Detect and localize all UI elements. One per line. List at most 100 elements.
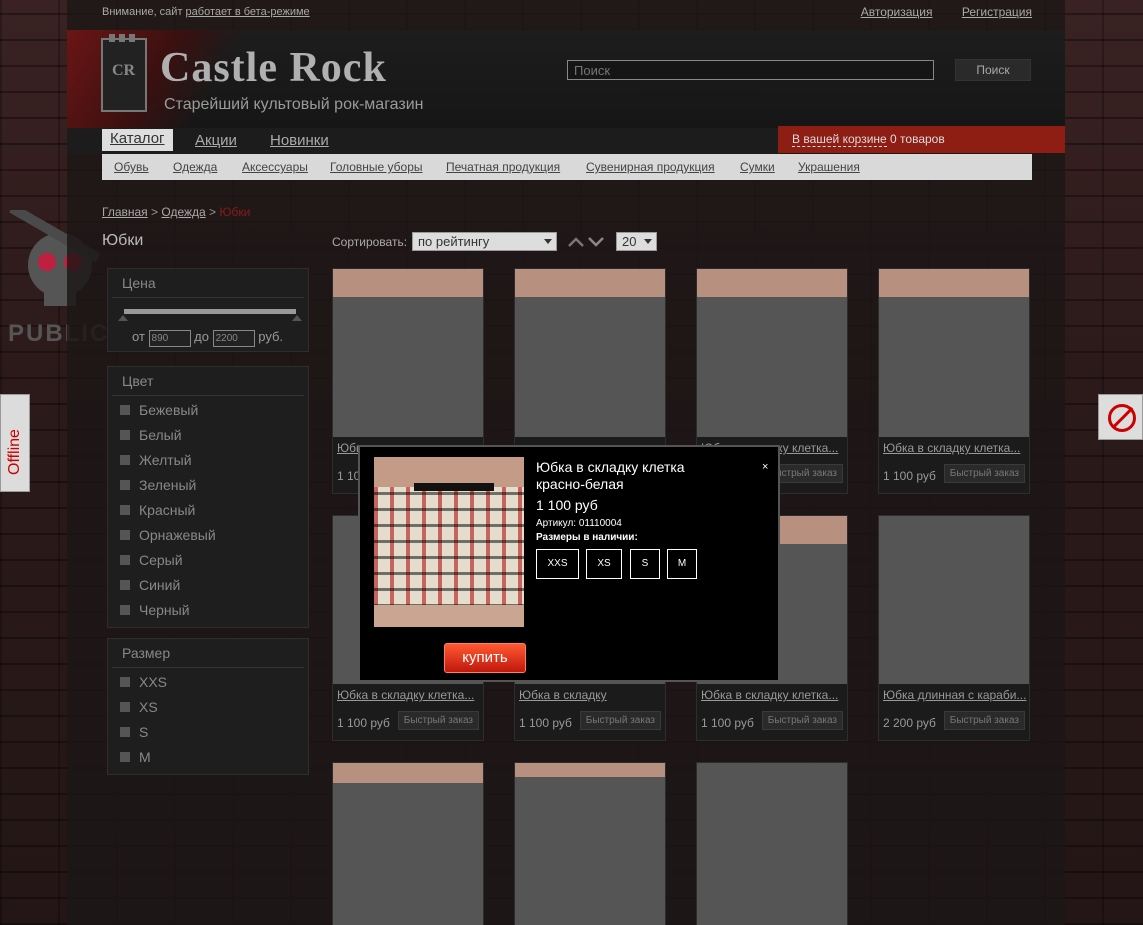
quick-order-button[interactable]: Быстрый заказ xyxy=(579,711,661,730)
product-image[interactable] xyxy=(879,516,1029,684)
per-page-value: 20 xyxy=(622,234,637,249)
color-option[interactable]: Черный xyxy=(120,602,190,618)
offline-chat-widget[interactable]: Offline xyxy=(0,394,30,492)
price-filter: Цена от до руб. xyxy=(107,268,309,352)
size-option[interactable]: M xyxy=(120,749,151,765)
modal-sizes-label: Размеры в наличии: xyxy=(536,532,638,543)
checkbox-icon xyxy=(120,555,130,565)
product-image[interactable] xyxy=(697,763,847,925)
checkbox-icon xyxy=(120,505,130,515)
no-sign-icon[interactable] xyxy=(1098,394,1143,440)
color-option[interactable]: Орнажевый xyxy=(120,527,216,543)
price-slider[interactable] xyxy=(118,309,302,321)
size-option[interactable]: S xyxy=(120,724,148,740)
nav-tabs xyxy=(67,128,778,154)
per-page-select[interactable]: 20 xyxy=(616,232,657,251)
register-link[interactable]: Регистрация xyxy=(962,5,1032,19)
product-image[interactable] xyxy=(515,763,665,925)
castle-logo-icon[interactable]: CR xyxy=(101,34,147,112)
tab-new[interactable]: Новинки xyxy=(270,132,329,149)
modal-product-price: 1 100 руб xyxy=(536,497,598,513)
product-name[interactable]: Юбка длинная с караби... xyxy=(879,684,1029,702)
product-card[interactable]: Юбка в складку клетка... 1 100 руб Быстр… xyxy=(878,268,1030,494)
brand-name[interactable]: Castle Rock xyxy=(160,44,387,92)
subnav-jewelry[interactable]: Украшения xyxy=(798,160,860,174)
breadcrumb-home[interactable]: Главная xyxy=(102,205,148,219)
product-name[interactable]: Юбка в складку клетка... xyxy=(333,684,483,702)
modal-product-image xyxy=(374,457,524,627)
quick-order-button[interactable]: Быстрый заказ xyxy=(761,711,843,730)
size-option-button[interactable]: S xyxy=(630,549,660,579)
modal-product-title: Юбка в складку клетка красно-белая xyxy=(536,459,685,492)
checkbox-icon xyxy=(120,430,130,440)
sort-value: по рейтингу xyxy=(418,234,490,249)
product-name[interactable]: Юбка в складку xyxy=(515,684,665,702)
beta-link[interactable]: работает в бета-режиме xyxy=(186,6,310,18)
color-option[interactable]: Синий xyxy=(120,577,180,593)
quick-order-button[interactable]: Быстрый заказ xyxy=(397,711,479,730)
size-option[interactable]: XXS xyxy=(120,674,167,690)
offline-label: Offline xyxy=(6,429,23,475)
checkbox-icon xyxy=(120,605,130,615)
product-image[interactable] xyxy=(697,269,847,437)
size-option-button[interactable]: XXS xyxy=(536,549,579,579)
size-option-button[interactable]: XS xyxy=(586,549,622,579)
tab-catalog[interactable]: Каталог xyxy=(102,129,173,151)
buy-button[interactable]: купить xyxy=(444,643,526,673)
subnav-bags[interactable]: Сумки xyxy=(740,160,775,174)
product-image[interactable] xyxy=(333,763,483,925)
checkbox-icon xyxy=(120,480,130,490)
color-option[interactable]: Серый xyxy=(120,552,183,568)
beta-notice: Внимание, сайт работает в бета-режиме xyxy=(102,6,310,18)
close-icon[interactable]: × xyxy=(762,461,768,473)
product-card[interactable] xyxy=(514,762,666,925)
subnav-souvenirs[interactable]: Сувенирная продукция xyxy=(586,160,715,174)
color-option[interactable]: Зеленый xyxy=(120,477,196,493)
checkbox-icon xyxy=(120,530,130,540)
subnav-clothing[interactable]: Одежда xyxy=(173,160,217,174)
cart-count: 0 товаров xyxy=(890,132,945,146)
search-button[interactable]: Поиск xyxy=(955,59,1031,81)
quick-order-button[interactable]: Быстрый заказ xyxy=(943,711,1025,730)
product-image[interactable] xyxy=(333,269,483,437)
breadcrumb: Главная > Одежда > Юбки xyxy=(102,205,251,219)
product-name[interactable]: Юбка в складку клетка... xyxy=(697,684,847,702)
color-option[interactable]: Красный xyxy=(120,502,195,518)
search-input[interactable] xyxy=(567,60,934,80)
color-option[interactable]: Бежевый xyxy=(120,402,198,418)
quick-order-button[interactable]: Быстрый заказ xyxy=(943,464,1025,483)
product-card[interactable] xyxy=(696,762,848,925)
subnav-accessories[interactable]: Аксессуары xyxy=(242,160,308,174)
auth-links: Авторизация Регистрация xyxy=(835,5,1032,19)
size-option[interactable]: XS xyxy=(120,699,158,715)
product-card[interactable] xyxy=(332,762,484,925)
logo-letters: CR xyxy=(112,62,136,79)
product-card[interactable]: Юбка длинная с караби... 2 200 руб Быстр… xyxy=(878,515,1030,741)
color-option[interactable]: Желтый xyxy=(120,452,192,468)
color-option[interactable]: Белый xyxy=(120,427,182,443)
category-subnav: Обувь Одежда Аксессуары Головные уборы П… xyxy=(102,154,1032,180)
product-name[interactable]: Юбка в складку клетка... xyxy=(879,437,1029,455)
price-to-input[interactable] xyxy=(212,330,255,347)
cart-link[interactable]: В вашей корзине xyxy=(792,132,887,147)
sort-label: Сортировать: xyxy=(332,235,408,249)
sort-direction-icon[interactable] xyxy=(567,234,607,250)
chevron-down-icon xyxy=(644,239,652,244)
breadcrumb-clothing[interactable]: Одежда xyxy=(161,205,205,219)
cart-bar[interactable]: В вашей корзине 0 товаров xyxy=(778,126,1065,153)
tab-promotions[interactable]: Акции xyxy=(195,132,237,149)
price-from-input[interactable] xyxy=(148,330,191,347)
modal-article: Артикул: 01110004 xyxy=(536,518,622,529)
subnav-headwear[interactable]: Головные уборы xyxy=(330,160,423,174)
subnav-printed[interactable]: Печатная продукция xyxy=(446,160,560,174)
breadcrumb-current: Юбки xyxy=(219,205,251,219)
size-filter-title: Размер xyxy=(112,639,304,668)
subnav-shoes[interactable]: Обувь xyxy=(114,160,149,174)
login-link[interactable]: Авторизация xyxy=(861,5,933,19)
product-image[interactable] xyxy=(515,269,665,437)
sort-select[interactable]: по рейтингу xyxy=(412,232,557,251)
size-option-button[interactable]: M xyxy=(667,549,697,579)
product-image[interactable] xyxy=(879,269,1029,437)
price-range: от до руб. xyxy=(132,329,283,347)
checkbox-icon xyxy=(120,727,130,737)
